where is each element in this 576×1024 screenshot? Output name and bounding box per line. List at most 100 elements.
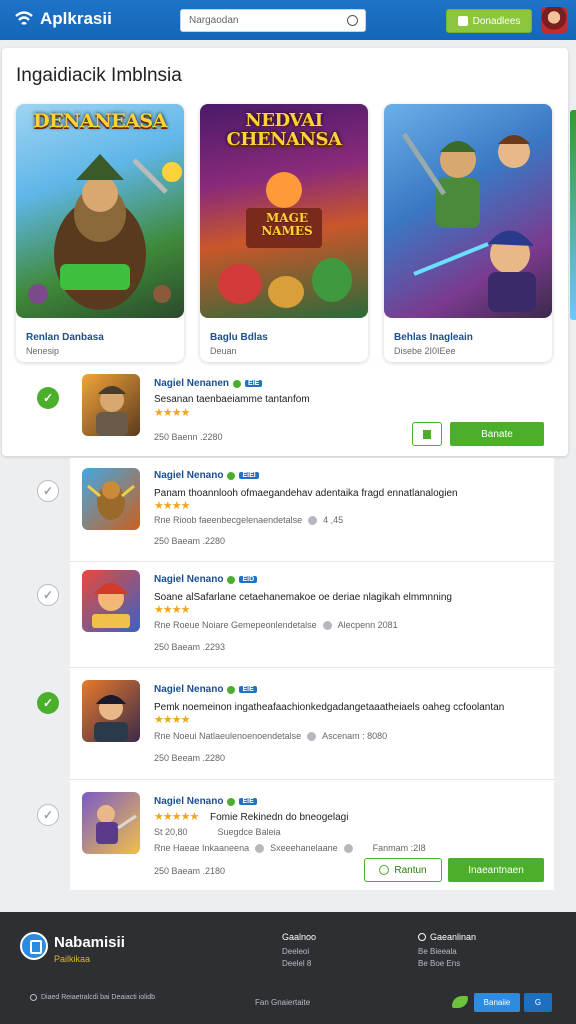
game-description: Soane alSafarlane cetaehanemakoe oe deri… bbox=[154, 592, 452, 603]
game-subtitle: Nenesip bbox=[26, 346, 60, 356]
checkmark-icon[interactable]: ✓ bbox=[37, 584, 59, 606]
footer-link[interactable]: Be Bieeala bbox=[418, 946, 476, 958]
checkmark-icon[interactable]: ✓ bbox=[37, 692, 59, 714]
star-rating: ★★★★ bbox=[154, 604, 190, 616]
meta-right-text: 4 ,45 bbox=[323, 515, 344, 525]
creature-thumb-icon bbox=[87, 481, 135, 520]
download-button[interactable]: Donadlees bbox=[446, 9, 532, 33]
bookmark-icon bbox=[423, 429, 431, 439]
twitter-icon[interactable] bbox=[452, 996, 468, 1008]
user-avatar[interactable] bbox=[541, 7, 567, 33]
footer-center-text: Fan Gnaiertaite bbox=[255, 998, 311, 1007]
checkmark-icon[interactable]: ✓ bbox=[37, 387, 59, 409]
bookmark-button[interactable] bbox=[412, 422, 442, 446]
list-item[interactable]: ✓ Nagiel Nenanen EIE Sesanan taenbaeiamm… bbox=[37, 368, 554, 454]
app-logo[interactable]: Aplkrasii bbox=[14, 9, 112, 29]
extra-right-text: Suegdce Baleia bbox=[217, 827, 281, 837]
game-title[interactable]: Nagiel Nenanen EIE bbox=[154, 378, 263, 389]
game-title-text: Nagiel Nenano bbox=[154, 796, 224, 807]
character-thumb-icon bbox=[94, 695, 128, 742]
game-title[interactable]: Nagiel Nenano EIE bbox=[154, 796, 257, 807]
footer-column-title[interactable]: Gaeanlinan bbox=[430, 932, 476, 942]
meta-left-text: Rne Roeue Noiare Gemepeonlendetalse bbox=[154, 620, 317, 630]
version-badge: EIEI bbox=[239, 472, 259, 479]
wifi-logo-icon bbox=[15, 11, 33, 25]
list-item[interactable]: ✓ Nagiel Nenano EID Soane alSafarlane ce… bbox=[37, 562, 554, 668]
verified-icon bbox=[227, 797, 236, 806]
footer-link[interactable]: Deelel 8 bbox=[282, 958, 316, 970]
game-description: Pemk noemeinon ingatheafaachionkedgadang… bbox=[154, 702, 505, 713]
search-box[interactable] bbox=[180, 9, 366, 32]
featured-game-card[interactable]: Behlas Inagleain Disebe 2I0IEee bbox=[384, 104, 552, 362]
game-meta: Rne Rioob faeenbecgelenaendetalse 4 ,45 bbox=[154, 515, 343, 525]
game-extra-info: St 20,80 Suegdce Baleia bbox=[154, 827, 281, 837]
list-item[interactable]: ✓ Nagiel Nenano EIE ★★★★★ Fomie Rekinedn… bbox=[37, 780, 554, 890]
checkmark-icon[interactable]: ✓ bbox=[37, 804, 59, 826]
search-input[interactable] bbox=[181, 10, 341, 31]
game-meta: Rne Roeue Noiare Gemepeonlendetalse Alec… bbox=[154, 620, 398, 630]
verified-icon bbox=[227, 685, 236, 694]
star-rating: ★★★★ bbox=[154, 500, 190, 512]
game-footer-info: 250 Baenn .2280 bbox=[154, 432, 223, 442]
game-thumbnail[interactable] bbox=[82, 792, 140, 854]
info-icon bbox=[255, 843, 265, 853]
verified-icon bbox=[233, 379, 242, 388]
version-badge: EIE bbox=[239, 798, 257, 805]
game-artwork[interactable] bbox=[384, 104, 552, 318]
star-rating: ★★★★ bbox=[154, 407, 190, 419]
meta-left-text: Rne Rioob faeenbecgelenaendetalse bbox=[154, 515, 303, 525]
next-card-peek[interactable] bbox=[570, 110, 576, 320]
game-title[interactable]: Nagiel Nenano EIE bbox=[154, 684, 257, 695]
footer-brand: Nabamisii bbox=[54, 934, 125, 951]
download-icon bbox=[457, 16, 468, 26]
featured-game-card[interactable]: NEDVAI CHENANSA MAGE NAMES Baglu Bdlas D… bbox=[200, 104, 368, 362]
game-artwork[interactable]: NEDVAI CHENANSA MAGE NAMES bbox=[200, 104, 368, 318]
game-title[interactable]: Nagiel Nenano EIEI bbox=[154, 470, 259, 481]
meta-right-text: Ascenam : 8080 bbox=[322, 731, 388, 741]
warrior-illustration-icon bbox=[28, 154, 182, 310]
info-icon bbox=[343, 843, 353, 853]
game-thumbnail[interactable] bbox=[82, 374, 140, 436]
footer-secondary-button[interactable]: G bbox=[524, 993, 552, 1012]
top-navigation-bar: Aplkrasii Donadlees bbox=[0, 0, 576, 40]
verified-icon bbox=[227, 575, 236, 584]
list-item[interactable]: ✓ Nagiel Nenano EIEI Panam thoannlooh of… bbox=[37, 458, 554, 562]
info-icon bbox=[322, 620, 332, 630]
game-artwork[interactable]: DENANEASA bbox=[16, 104, 184, 318]
star-rating: ★★★★★ bbox=[154, 811, 199, 823]
game-name: Baglu Bdlas bbox=[210, 332, 268, 343]
footer-column: Gaeanlinan Be Bieeala Be Boe Ens bbox=[418, 932, 476, 970]
footer-link[interactable]: Be Boe Ens bbox=[418, 958, 476, 970]
search-icon[interactable] bbox=[347, 15, 358, 26]
game-description: Sesanan taenbaeiamme tantanfom bbox=[154, 394, 310, 405]
install-button[interactable]: Inaeantnaen bbox=[448, 858, 544, 882]
game-footer-info: 250 Baeam .2180 bbox=[154, 866, 226, 876]
copyright-icon bbox=[30, 994, 37, 1001]
game-thumbnail[interactable] bbox=[82, 468, 140, 530]
footer-primary-button[interactable]: Banaiie bbox=[474, 993, 520, 1012]
wishlist-button[interactable]: Rantun bbox=[364, 858, 442, 882]
version-badge: EID bbox=[239, 576, 258, 583]
install-button[interactable]: Banate bbox=[450, 422, 544, 446]
featured-game-card[interactable]: DENANEASA Renlan Danbasa Nenesip bbox=[16, 104, 184, 362]
list-item[interactable]: ✓ Nagiel Nenano EIE Pemk noemeinon ingat… bbox=[37, 668, 554, 780]
game-meta: Rne Haeae Inkaaneena Sxeeehanelaane Fanm… bbox=[154, 843, 426, 853]
game-meta: Rne Noeui Natlaeulenoenoendetalse Ascena… bbox=[154, 731, 387, 741]
game-title-text: Nagiel Nenano bbox=[154, 684, 224, 695]
game-title-text: Nagiel Nenano bbox=[154, 470, 224, 481]
footer-link[interactable]: Deeleoi bbox=[282, 946, 316, 958]
game-footer-info: 250 Baeam .2280 bbox=[154, 536, 226, 546]
game-art-subtitle: MAGE NAMES bbox=[261, 211, 313, 239]
checkmark-icon[interactable]: ✓ bbox=[37, 480, 59, 502]
meta-right-text: Alecpenn 2081 bbox=[337, 620, 398, 630]
meta-left-text: Rne Haeae Inkaaneena bbox=[154, 843, 250, 853]
game-title[interactable]: Nagiel Nenano EID bbox=[154, 574, 258, 585]
game-thumbnail[interactable] bbox=[82, 680, 140, 742]
footer-tagline: Pailkikaa bbox=[54, 954, 91, 964]
footer-logo-icon[interactable] bbox=[20, 932, 48, 960]
game-thumbnail[interactable] bbox=[82, 570, 140, 632]
footer-column-title[interactable]: Gaalnoo bbox=[282, 932, 316, 942]
verified-icon bbox=[227, 471, 236, 480]
footer-column: Gaalnoo Deeleoi Deelel 8 bbox=[282, 932, 316, 970]
game-name: Renlan Danbasa bbox=[26, 332, 104, 343]
